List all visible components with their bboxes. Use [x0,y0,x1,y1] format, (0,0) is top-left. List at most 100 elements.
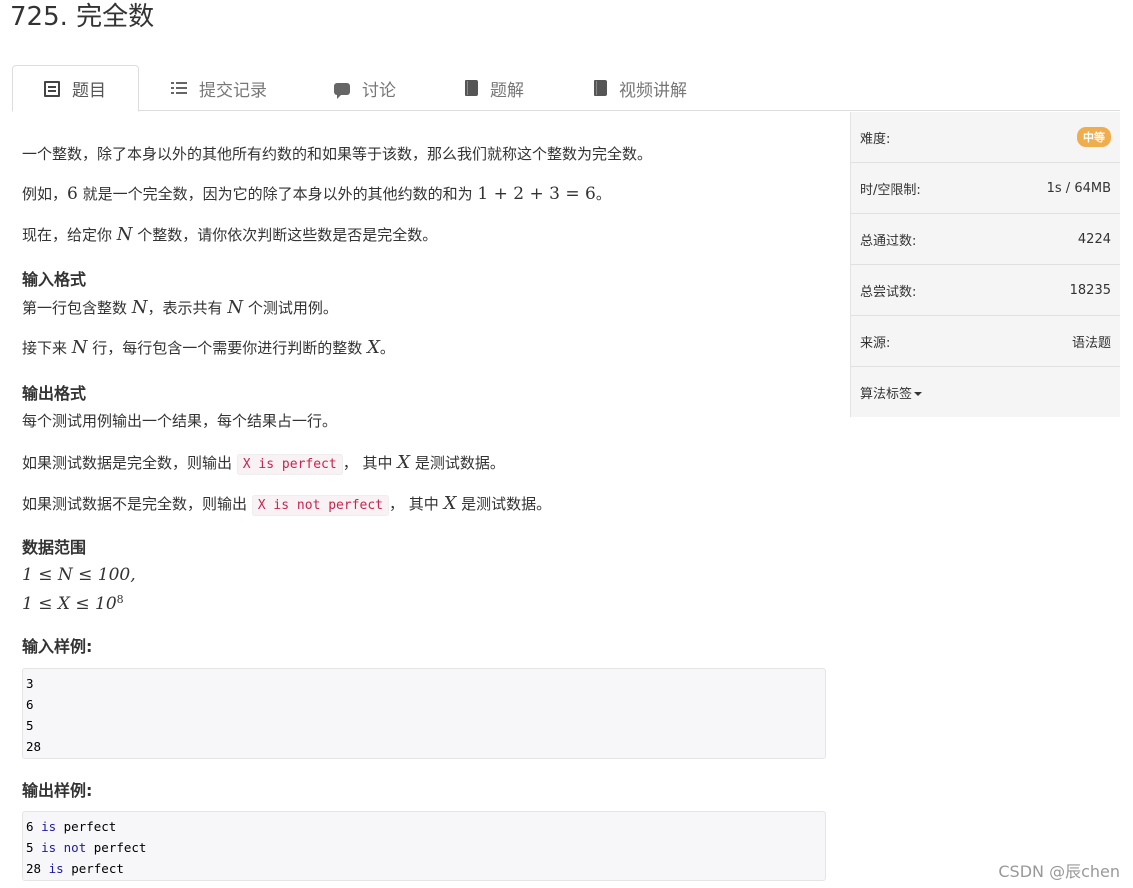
text: 现在，给定你 [22,226,117,244]
math: 6 [67,184,78,204]
passed-value: 4224 [1077,231,1111,247]
tried-value: 18235 [1069,282,1111,298]
tab-video[interactable]: 视频讲解 [594,65,687,111]
text: 接下来 [22,339,72,357]
code-number: 6 [26,819,34,834]
math: N [227,297,244,318]
math: X [397,452,411,473]
input-format-heading: 输入格式 [22,270,87,289]
tab-solutions[interactable]: 题解 [465,65,524,111]
book-icon [594,80,607,96]
tags-label: 算法标签 [860,386,913,402]
tab-label: 提交记录 [199,80,267,101]
code-keyword: is [41,840,57,855]
tab-label: 题目 [72,81,106,101]
passed-label: 总通过数: [860,233,917,249]
text: 第一行包含整数 [22,299,132,317]
chat-icon [334,83,350,99]
source-value: 语法题 [1071,335,1111,351]
tab-bar: 题目 提交记录 讨论 题解 视频讲解 [12,65,1120,112]
text: 。 [379,339,395,357]
text: 个测试用例。 [243,299,338,317]
tags-dropdown[interactable]: 算法标签 [860,383,923,402]
math: 1 ≤ N ≤ 100, [22,565,136,585]
text: 如果测试数据不是完全数，则输出 [22,495,252,513]
text: 。 [595,185,611,203]
math: N [71,337,88,358]
code-text: perfect [71,861,124,876]
algorithm-tags-toggle[interactable]: 算法标签 [851,367,1120,417]
text: 个整数，请你依次判断这些数是否是完全数。 [132,226,438,244]
limit-label: 时/空限制: [860,182,921,198]
page-title: 725. 完全数 [10,2,155,32]
inline-code: X is not perfect [251,495,390,516]
inline-code: X is perfect [236,454,343,475]
difficulty-badge: 中等 [1077,127,1111,147]
tried-row: 总尝试数: 18235 [851,265,1120,316]
tab-label: 视频讲解 [619,80,687,101]
list-icon [171,80,187,96]
math: 1 ≤ X ≤ 10 [22,594,117,614]
tab-label: 讨论 [362,80,396,101]
sample-input-heading: 输入样例: [22,637,93,656]
data-range-line2: 1 ≤ X ≤ 108 [22,588,124,616]
code-keyword: is [41,819,57,834]
data-range-heading: 数据范围 [22,538,87,557]
book-icon [465,80,478,96]
code-number: 28 [26,861,42,876]
code-line: 3 [26,676,34,691]
math: N [131,297,148,318]
tried-label: 总尝试数: [860,284,917,300]
data-range-line1: 1 ≤ N ≤ 100, [22,563,136,587]
code-line: 5 is not perfect [26,837,822,858]
output-format-line1: 每个测试用例输出一个结果，每个结果占一行。 [22,412,338,430]
output-format-heading: 输出格式 [22,384,87,403]
text: ， 其中 [342,454,398,472]
source-label: 来源: [860,335,891,351]
math: X [443,493,457,514]
text: 是测试数据。 [456,495,552,513]
code-text: perfect [63,819,117,834]
text: 如果测试数据是完全数，则输出 [22,454,237,472]
difficulty-row: 难度: 中等 [851,112,1120,163]
code-number: 5 [26,840,34,855]
source-row: 来源: 语法题 [851,316,1120,367]
input-format-line1: 第一行包含整数 N，表示共有 N 个测试用例。 [22,296,338,320]
math-exponent: 8 [116,593,124,606]
tab-label: 题解 [490,80,524,101]
sample-input-block: 3 6 5 28 [22,668,826,759]
tab-problem[interactable]: 题目 [12,65,139,112]
description-p1: 一个整数，除了本身以外的其他所有约数的和如果等于该数，那么我们就称这个整数为完全… [22,145,653,163]
output-format-line3: 如果测试数据不是完全数，则输出 X is not perfect， 其中 X 是… [22,492,551,518]
watermark: CSDN @辰chen [998,862,1120,881]
passed-row: 总通过数: 4224 [851,214,1120,265]
math: 1 + 2 + 3 = 6 [477,184,596,204]
code-line: 5 [26,718,34,733]
sample-output-heading: 输出样例: [22,781,93,800]
code-line: 6 is perfect [26,816,822,837]
description-p2: 例如，6 就是一个完全数，因为它的除了本身以外的其他约数的和为 1 + 2 + … [22,182,611,206]
limit-value: 1s / 64MB [1046,180,1111,196]
code-line: 28 [26,739,42,754]
math: X [367,337,380,358]
text: 行，每行包含一个需要你进行判断的整数 [87,339,368,357]
description-p3: 现在，给定你 N 个整数，请你依次判断这些数是否是完全数。 [22,223,437,247]
document-icon [44,80,60,97]
code-line: 28 is perfect [26,858,822,879]
code-line: 6 [26,697,34,712]
text: 是测试数据。 [410,454,505,472]
difficulty-label: 难度: [860,131,891,147]
text: 例如， [22,185,68,203]
code-keyword: is [48,861,64,876]
text: ，表示共有 [147,299,228,317]
math: N [116,224,133,245]
limit-row: 时/空限制: 1s / 64MB [851,163,1120,214]
tab-discussion[interactable]: 讨论 [334,65,396,111]
text: ， 其中 [389,495,444,513]
output-format-line2: 如果测试数据是完全数，则输出 X is perfect， 其中 X 是测试数据。 [22,451,505,477]
input-format-line2: 接下来 N 行，每行包含一个需要你进行判断的整数 X。 [22,336,395,360]
tab-submissions[interactable]: 提交记录 [171,65,267,111]
code-text: perfect [93,840,147,855]
problem-info-panel: 难度: 中等 时/空限制: 1s / 64MB 总通过数: 4224 总尝试数:… [850,112,1120,417]
caret-down-icon [914,392,923,396]
